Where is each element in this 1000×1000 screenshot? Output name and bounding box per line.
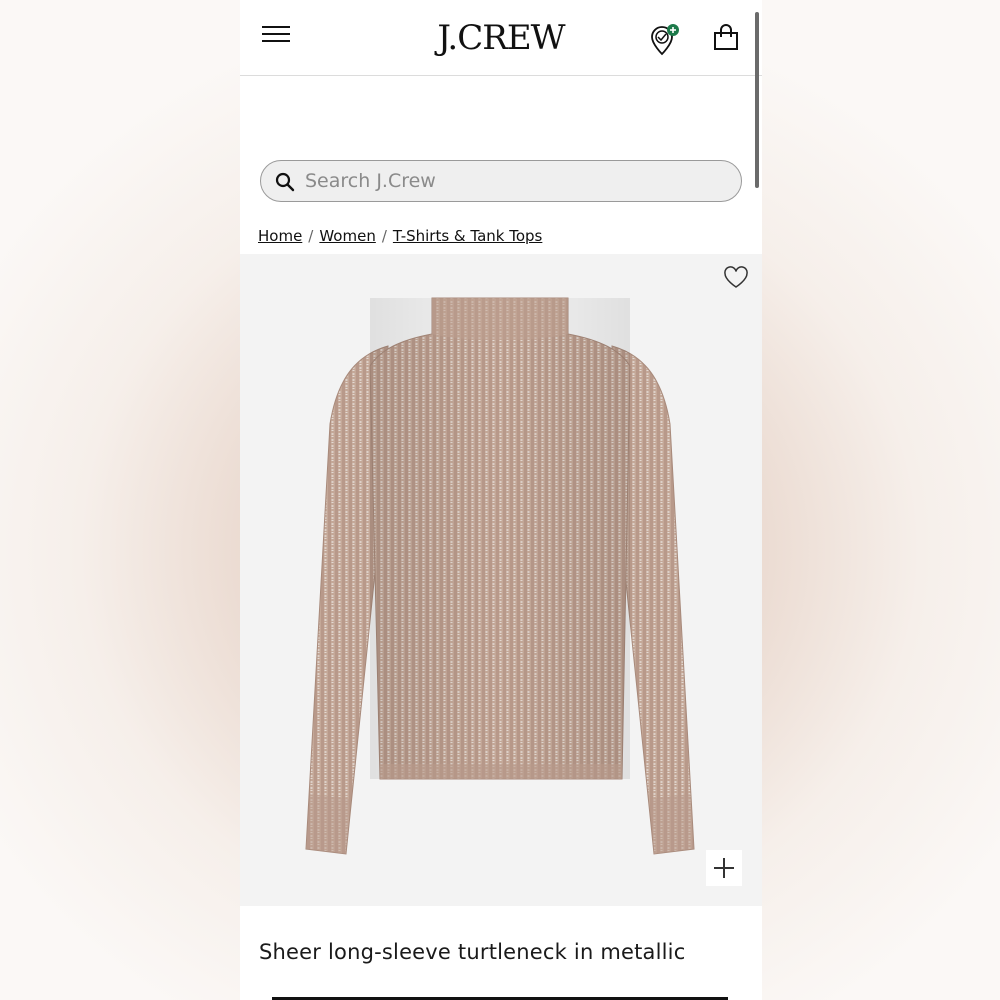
breadcrumb-separator: /	[381, 227, 387, 245]
menu-icon[interactable]	[262, 25, 290, 45]
product-image-gallery[interactable]	[240, 254, 762, 906]
search-input[interactable]	[305, 161, 725, 201]
shopping-bag-icon[interactable]	[712, 24, 740, 52]
product-title: Sheer long-sleeve turtleneck in metallic	[259, 940, 686, 964]
site-header: J.CREW	[240, 0, 762, 76]
search-icon	[275, 172, 295, 192]
breadcrumb-category-link[interactable]: T-Shirts & Tank Tops	[393, 227, 542, 245]
breadcrumb-home-link[interactable]: Home	[258, 227, 302, 245]
page-scrollbar[interactable]	[755, 12, 759, 188]
zoom-plus-icon[interactable]	[706, 850, 742, 886]
rewards-icon[interactable]	[648, 22, 682, 56]
search-bar[interactable]	[260, 160, 742, 202]
breadcrumb: Home / Women / T-Shirts & Tank Tops	[258, 227, 542, 245]
breadcrumb-separator: /	[308, 227, 314, 245]
site-logo[interactable]: J.CREW	[390, 16, 612, 60]
breadcrumb-women-link[interactable]: Women	[319, 227, 375, 245]
product-image[interactable]	[300, 294, 700, 864]
mobile-page: J.CREW Ho	[240, 0, 762, 1000]
heart-icon[interactable]	[723, 266, 749, 290]
